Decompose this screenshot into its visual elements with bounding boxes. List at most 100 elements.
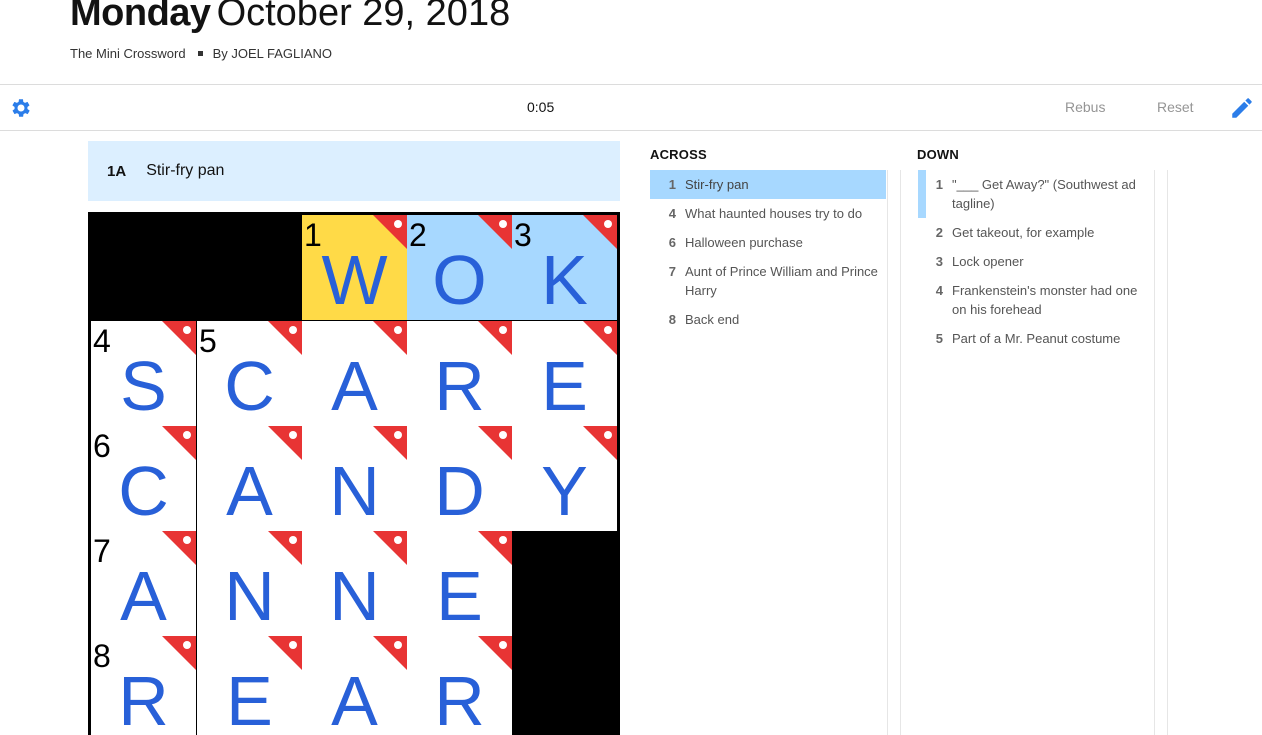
clue-number: 6: [668, 235, 676, 250]
checked-flag-icon: [583, 321, 617, 355]
down-clue-1[interactable]: 1 "___ Get Away?" (Southwest ad tagline): [917, 170, 1153, 218]
grid-cell[interactable]: R: [407, 321, 512, 426]
grid-cell[interactable]: A: [302, 321, 407, 426]
clue-text: Aunt of Prince William and Prince Harry: [685, 264, 878, 298]
flag-dot-icon: [394, 536, 402, 544]
grid-cell[interactable]: 2O: [407, 215, 512, 320]
grid-cell[interactable]: N: [197, 531, 302, 636]
grid-cell[interactable]: 6C: [91, 426, 196, 531]
cell-letter: A: [331, 662, 378, 735]
grid-cell[interactable]: N: [302, 531, 407, 636]
cell-letter: C: [118, 452, 169, 530]
timer[interactable]: 0:05: [527, 99, 554, 115]
clue-number: 5: [935, 331, 943, 346]
byline: The Mini Crossword By JOEL FAGLIANO: [70, 46, 332, 61]
cell-letter: Y: [541, 452, 588, 530]
flag-dot-icon: [289, 536, 297, 544]
crossword-board[interactable]: 1W2O3K4S5CARE6CANDY7ANNE8REAR: [88, 212, 620, 735]
clue-text: Part of a Mr. Peanut costume: [952, 331, 1121, 346]
flag-dot-icon: [394, 641, 402, 649]
across-clue-8[interactable]: 8 Back end: [650, 305, 886, 334]
flag-dot-icon: [394, 220, 402, 228]
flag-dot-icon: [394, 326, 402, 334]
grid-cell[interactable]: N: [302, 426, 407, 531]
clue-number: 2: [935, 225, 943, 240]
checked-flag-icon: [162, 531, 196, 565]
checked-flag-icon: [162, 636, 196, 670]
grid-cell[interactable]: 3K: [512, 215, 617, 320]
checked-flag-icon: [162, 321, 196, 355]
checked-flag-icon: [373, 636, 407, 670]
rebus-button[interactable]: Rebus: [1065, 99, 1105, 115]
checked-flag-icon: [583, 215, 617, 249]
flag-dot-icon: [183, 326, 191, 334]
cell-letter: E: [226, 662, 273, 735]
cell-letter: O: [432, 241, 487, 319]
flag-dot-icon: [289, 431, 297, 439]
flag-dot-icon: [604, 220, 612, 228]
pencil-icon[interactable]: [1229, 95, 1255, 121]
grid-cell[interactable]: Y: [512, 426, 617, 531]
clue-text: Halloween purchase: [685, 235, 803, 250]
flag-dot-icon: [499, 220, 507, 228]
black-cell: [512, 636, 617, 735]
across-clue-4[interactable]: 4 What haunted houses try to do: [650, 199, 886, 228]
flag-dot-icon: [499, 536, 507, 544]
checked-flag-icon: [268, 426, 302, 460]
grid-cell[interactable]: 7A: [91, 531, 196, 636]
down-title: DOWN: [917, 147, 959, 162]
grid-cell[interactable]: 5C: [197, 321, 302, 426]
reset-button[interactable]: Reset: [1157, 99, 1194, 115]
clue-text: "___ Get Away?" (Southwest ad tagline): [952, 177, 1136, 211]
across-scrollbar[interactable]: [887, 170, 901, 735]
black-cell: [512, 531, 617, 636]
cell-letter: A: [120, 557, 167, 635]
active-clue-label: 1A: [107, 162, 127, 180]
clue-text: Stir-fry pan: [685, 177, 749, 192]
cell-letter: N: [329, 557, 380, 635]
clue-number: 7: [668, 264, 676, 279]
cell-letter: R: [434, 662, 485, 735]
down-clue-5[interactable]: 5 Part of a Mr. Peanut costume: [917, 324, 1153, 353]
down-clue-4[interactable]: 4 Frankenstein's monster had one on his f…: [917, 276, 1153, 324]
grid-cell[interactable]: E: [407, 531, 512, 636]
checked-flag-icon: [373, 321, 407, 355]
clue-text: Back end: [685, 312, 740, 327]
flag-dot-icon: [604, 326, 612, 334]
across-clue-7[interactable]: 7 Aunt of Prince William and Prince Harry: [650, 257, 886, 305]
author: By JOEL FAGLIANO: [212, 46, 333, 61]
checked-flag-icon: [373, 426, 407, 460]
down-scrollbar[interactable]: [1154, 170, 1168, 735]
cell-letter: C: [224, 347, 275, 425]
grid-cell[interactable]: 4S: [91, 321, 196, 426]
checked-flag-icon: [478, 215, 512, 249]
grid-cell[interactable]: A: [302, 636, 407, 735]
grid-cell[interactable]: 8R: [91, 636, 196, 735]
down-clue-2[interactable]: 2 Get takeout, for example: [917, 218, 1153, 247]
cell-letter: K: [541, 241, 588, 319]
grid-cell[interactable]: D: [407, 426, 512, 531]
grid-cell[interactable]: E: [512, 321, 617, 426]
down-clue-3[interactable]: 3 Lock opener: [917, 247, 1153, 276]
active-clue-bar: 1A Stir-fry pan: [88, 141, 620, 201]
clue-number: 8: [668, 312, 676, 327]
grid-cell[interactable]: R: [407, 636, 512, 735]
title-day: Monday: [70, 0, 211, 34]
grid-cell[interactable]: A: [197, 426, 302, 531]
cell-letter: R: [118, 662, 169, 735]
grid-cell[interactable]: E: [197, 636, 302, 735]
clue-number: 1: [935, 177, 943, 192]
cell-letter: A: [226, 452, 273, 530]
across-title: ACROSS: [650, 147, 707, 162]
clue-text: Lock opener: [952, 254, 1024, 269]
across-clue-1[interactable]: 1 Stir-fry pan: [650, 170, 886, 199]
gear-icon[interactable]: [9, 96, 33, 120]
grid-cell[interactable]: 1W: [302, 215, 407, 320]
black-cell: [91, 215, 196, 320]
cell-letter: R: [434, 347, 485, 425]
clue-number: 4: [668, 206, 676, 221]
checked-flag-icon: [583, 426, 617, 460]
clue-text: What haunted houses try to do: [685, 206, 863, 221]
down-clue-list: 1 "___ Get Away?" (Southwest ad tagline) 2…: [917, 170, 1168, 735]
across-clue-6[interactable]: 6 Halloween purchase: [650, 228, 886, 257]
